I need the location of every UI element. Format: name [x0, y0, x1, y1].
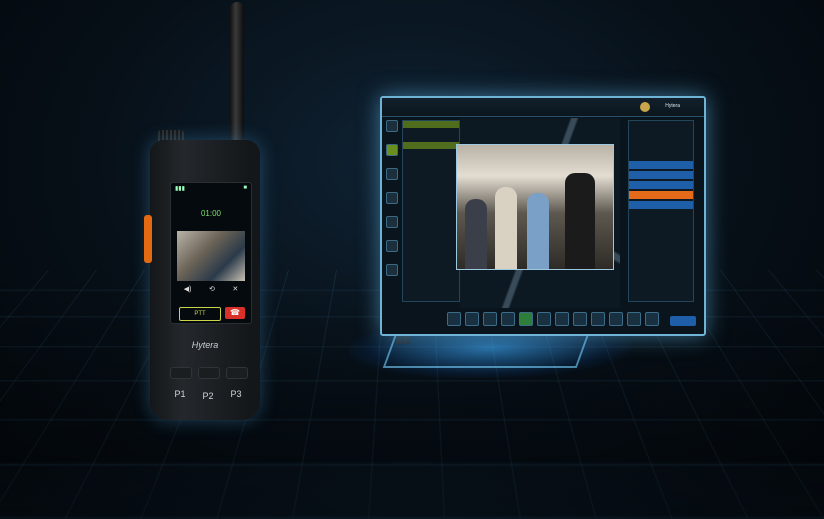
radio-status-row: ▮▮▮ ■ [175, 185, 247, 192]
mute-icon: ✕ [232, 286, 239, 293]
product-scene: ▮▮▮■ 01:00 ◀) ⟲ ✕ PTT ☎ Hytera P1 P2 P3 [0, 0, 824, 519]
radio-video-feed [177, 231, 245, 281]
dispatch-monitor: Hytera [380, 96, 706, 336]
radio-body: ▮▮▮ ■ 01:00 ◀) ⟲ ✕ PTT ☎ Hytera P1 P2 P3 [144, 140, 260, 420]
nav-key-right [226, 367, 248, 379]
ptt-side-button [144, 215, 152, 263]
handheld-radio: ▮▮▮ ■ 01:00 ◀) ⟲ ✕ PTT ☎ Hytera P1 P2 P3 [144, 2, 260, 420]
monitor-titlebar: Hytera [382, 98, 704, 117]
nav-key-center [198, 367, 220, 379]
user-avatar [640, 102, 650, 112]
radio-brand: Hytera [191, 340, 219, 350]
monitor-action-button [670, 316, 696, 326]
nav-key-left [170, 367, 192, 379]
radio-antenna [230, 2, 244, 152]
monitor-event-panel [628, 120, 694, 302]
radio-screen: ▮▮▮ ■ 01:00 ◀) ⟲ ✕ PTT ☎ [170, 182, 252, 324]
key-p2: P2 [202, 391, 214, 401]
monitor-device-tree [402, 120, 460, 302]
speaker-icon: ◀) [183, 286, 192, 293]
ptt-button: PTT [179, 307, 221, 321]
monitor-user: Hytera [665, 103, 680, 109]
monitor-dock [442, 312, 664, 326]
switch-camera-icon: ⟲ [208, 286, 215, 293]
radio-controls: ◀) ⟲ ✕ [175, 285, 247, 301]
monitor-video-feed [456, 144, 614, 270]
monitor-sidebar-icons [386, 120, 398, 310]
hang-up-button: ☎ [225, 307, 245, 319]
key-p3: P3 [230, 389, 242, 399]
radio-keypad: P1 P2 P3 [168, 365, 248, 415]
key-p1: P1 [174, 389, 186, 399]
call-timer: 01:00 [200, 209, 222, 218]
